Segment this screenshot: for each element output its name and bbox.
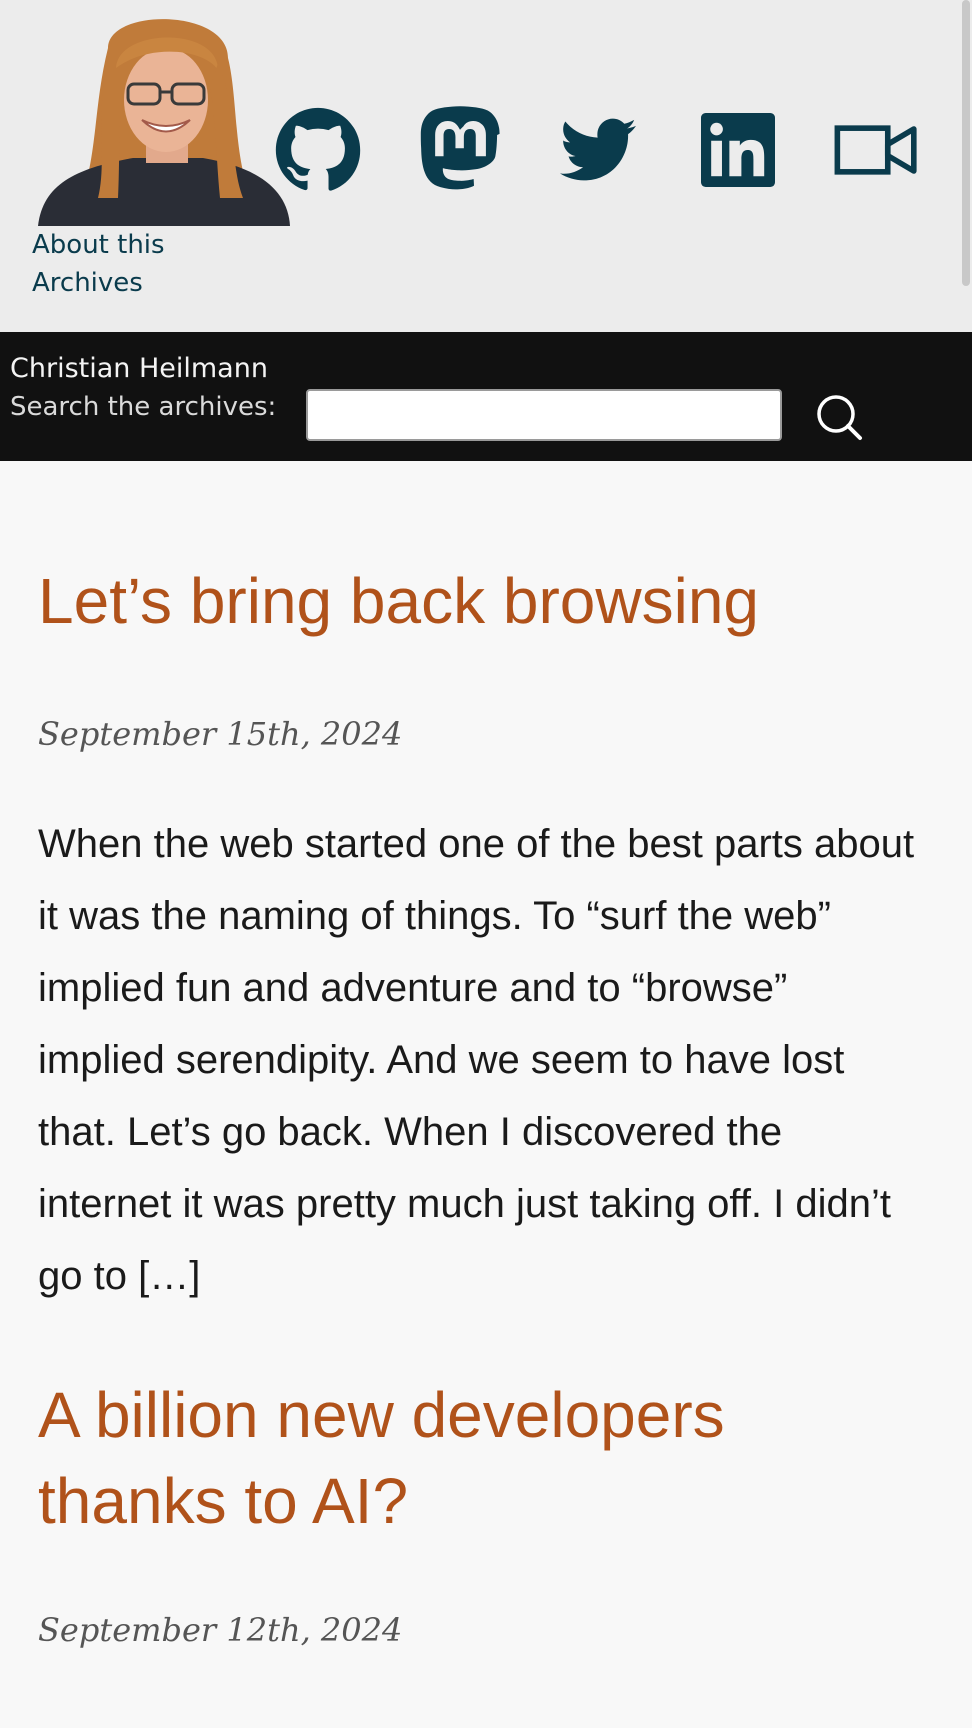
video-link[interactable] bbox=[830, 100, 922, 200]
search-icon bbox=[817, 395, 862, 440]
video-camera-icon bbox=[834, 125, 917, 175]
github-icon bbox=[275, 107, 361, 191]
twitter-link[interactable] bbox=[552, 100, 644, 200]
post-date: September 12th, 2024 bbox=[38, 1611, 403, 1649]
mastodon-link[interactable] bbox=[414, 100, 506, 200]
nav-archives-link[interactable]: Archives bbox=[32, 266, 143, 300]
post-excerpt: When the web started one of the best par… bbox=[38, 822, 915, 1298]
post-date: September 15th, 2024 bbox=[38, 715, 403, 753]
nav-about-link[interactable]: About this bbox=[32, 228, 165, 262]
search-bar: Christian Heilmann Search the archives: bbox=[0, 332, 972, 461]
scrollbar[interactable] bbox=[962, 0, 970, 286]
post-title-link[interactable]: A billion new developers thanks to AI? bbox=[38, 1372, 918, 1544]
site-header: About this Archives bbox=[0, 0, 972, 332]
search-label: Search the archives: bbox=[10, 392, 277, 422]
twitter-icon bbox=[560, 118, 636, 181]
post-title-link[interactable]: Let’s bring back browsing bbox=[38, 558, 918, 644]
site-title[interactable]: Christian Heilmann bbox=[10, 352, 268, 386]
linkedin-icon bbox=[701, 113, 775, 187]
mastodon-icon bbox=[420, 106, 500, 190]
search-button[interactable] bbox=[812, 390, 866, 444]
search-input[interactable] bbox=[306, 389, 782, 441]
avatar[interactable] bbox=[38, 8, 290, 226]
github-link[interactable] bbox=[272, 100, 364, 200]
linkedin-link[interactable] bbox=[692, 100, 784, 200]
